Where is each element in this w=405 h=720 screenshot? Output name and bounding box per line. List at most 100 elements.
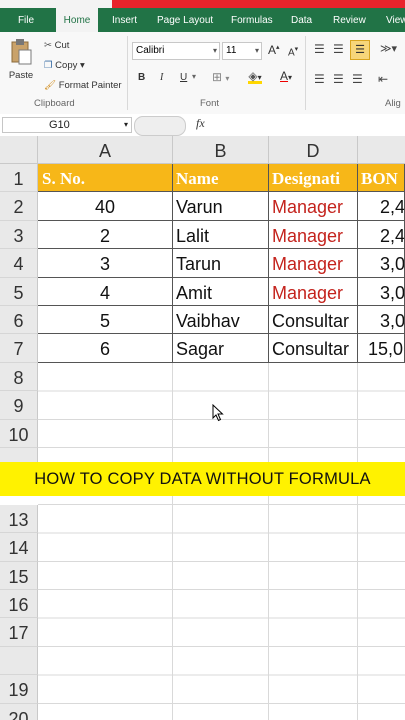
column-header-a[interactable]: A <box>38 136 173 164</box>
table-cell-bonus[interactable]: 3,0 <box>358 306 405 335</box>
column-header-d[interactable]: D <box>269 136 358 164</box>
copy-icon: ❐ <box>44 60 53 71</box>
tab-home[interactable]: Home <box>56 8 98 34</box>
orientation-button[interactable]: ≫▾ <box>380 42 397 55</box>
table-cell-sno[interactable]: 2 <box>38 220 173 250</box>
table-cell-bonus[interactable]: 3,0 <box>358 277 405 306</box>
row-header[interactable]: 17 <box>0 618 38 647</box>
table-cell-name[interactable]: Tarun <box>173 249 269 278</box>
fill-color-button[interactable]: ◈▾ <box>248 69 262 84</box>
shrink-font-button[interactable]: A▾ <box>288 45 298 58</box>
row-header[interactable]: 1 <box>0 164 38 193</box>
header-cell-sno[interactable]: S. No. <box>38 164 173 193</box>
borders-button[interactable]: ⊞ ▾ <box>212 70 229 84</box>
table-cell-designation[interactable]: Consultar <box>269 334 358 363</box>
align-right-button[interactable]: ☰ <box>352 72 363 86</box>
row-header[interactable]: 19 <box>0 675 38 704</box>
row-header[interactable]: 6 <box>0 306 38 335</box>
row-header[interactable] <box>0 646 38 676</box>
tab-view[interactable]: View <box>386 8 405 32</box>
table-cell-name[interactable]: Amit <box>173 277 269 306</box>
paste-button[interactable]: Paste <box>6 36 36 94</box>
column-header-b[interactable]: B <box>173 136 269 164</box>
row-header[interactable]: 9 <box>0 391 38 420</box>
font-color-icon: A <box>280 69 289 83</box>
font-size-select[interactable]: 11 ▾ <box>222 42 262 60</box>
table-cell-bonus[interactable]: 15,0 <box>358 334 405 363</box>
header-cell-bonus[interactable]: BON <box>358 164 405 193</box>
chevron-down-icon: ▾ <box>254 46 259 55</box>
font-name-select[interactable]: Calibri ▾ <box>132 42 220 60</box>
chevron-down-icon: ▾ <box>123 120 128 129</box>
tab-file[interactable]: File <box>8 8 44 32</box>
table-cell-name[interactable]: Lalit <box>173 220 269 250</box>
align-bottom-icon: ☰ <box>355 44 365 56</box>
row-header[interactable]: 10 <box>0 419 38 448</box>
select-all-corner[interactable] <box>0 136 38 164</box>
row-header[interactable]: 2 <box>0 192 38 221</box>
table-cell-name[interactable]: Vaibhav <box>173 306 269 335</box>
tab-page-layout[interactable]: Page Layout <box>157 8 213 32</box>
ribbon-tabs: File Home Insert Page Layout Formulas Da… <box>0 8 405 34</box>
name-box[interactable]: G10 ▾ <box>2 117 132 133</box>
align-center-button[interactable]: ☰ <box>333 72 344 86</box>
row-header[interactable]: 15 <box>0 561 38 590</box>
align-bottom-button[interactable]: ☰ <box>350 40 370 60</box>
table-cell-designation[interactable]: Manager <box>269 192 358 221</box>
table-cell-bonus[interactable]: 2,4 <box>358 192 405 221</box>
table-cell-name[interactable]: Sagar <box>173 334 269 363</box>
header-cell-designation[interactable]: Designati <box>269 164 358 193</box>
align-right-icon: ☰ <box>352 72 363 86</box>
align-top-icon: ☰ <box>314 42 325 56</box>
cut-button[interactable]: ✂ Cut <box>44 40 69 51</box>
underline-button[interactable]: U <box>180 72 187 83</box>
grow-font-button[interactable]: A▴ <box>268 43 280 57</box>
italic-button[interactable]: I <box>160 72 163 83</box>
row-header[interactable]: 14 <box>0 533 38 562</box>
table-cell-designation[interactable]: Manager <box>269 249 358 278</box>
row-header[interactable]: 5 <box>0 277 38 306</box>
indent-button[interactable]: ⇤ <box>378 72 388 86</box>
tab-review[interactable]: Review <box>333 8 366 32</box>
copy-button[interactable]: ❐ Copy ▾ <box>44 60 85 71</box>
table-cell-name[interactable]: Varun <box>173 192 269 221</box>
tab-insert[interactable]: Insert <box>112 8 137 32</box>
row-header[interactable]: 3 <box>0 220 38 250</box>
name-box-value: G10 <box>49 119 70 131</box>
table-cell-designation[interactable]: Consultar <box>269 306 358 335</box>
align-left-button[interactable]: ☰ <box>314 72 325 86</box>
tab-data[interactable]: Data <box>291 8 312 32</box>
row-header[interactable]: 13 <box>0 504 38 534</box>
chevron-down-icon[interactable]: ▾ <box>192 72 196 81</box>
indent-icon: ⇤ <box>378 72 389 86</box>
align-middle-button[interactable]: ☰ <box>333 42 344 56</box>
font-color-button[interactable]: A▾ <box>280 69 292 83</box>
paste-label: Paste <box>8 70 34 81</box>
column-header-e[interactable] <box>358 136 405 164</box>
format-painter-button[interactable]: 🖌 Format Painter <box>44 80 122 91</box>
table-cell-bonus[interactable]: 3,0 <box>358 249 405 278</box>
table-cell-sno[interactable]: 3 <box>38 249 173 278</box>
row-header[interactable]: 16 <box>0 590 38 619</box>
row-header[interactable]: 7 <box>0 334 38 363</box>
cut-label: Cut <box>54 40 70 51</box>
row-header[interactable]: 4 <box>0 249 38 278</box>
table-cell-bonus[interactable]: 2,4 <box>358 220 405 250</box>
align-middle-icon: ☰ <box>333 42 344 56</box>
row-header[interactable]: 8 <box>0 362 38 392</box>
bold-button[interactable]: B <box>138 72 145 83</box>
formula-input[interactable] <box>212 116 402 134</box>
table-cell-sno[interactable]: 6 <box>38 334 173 363</box>
table-cell-designation[interactable]: Manager <box>269 277 358 306</box>
table-cell-sno[interactable]: 5 <box>38 306 173 335</box>
align-top-button[interactable]: ☰ <box>314 42 325 56</box>
row-header[interactable]: 20 <box>0 703 38 720</box>
worksheet-grid: A B D 1 2 3 4 5 6 7 8 9 10 13 14 15 16 1… <box>0 136 405 720</box>
tab-formulas[interactable]: Formulas <box>231 8 273 32</box>
table-cell-sno[interactable]: 4 <box>38 277 173 306</box>
table-cell-designation[interactable]: Manager <box>269 220 358 250</box>
header-cell-name[interactable]: Name <box>173 164 269 193</box>
table-cell-sno[interactable]: 40 <box>38 192 173 221</box>
insert-function-button[interactable]: fx <box>196 116 205 131</box>
title-bar-strip <box>112 0 405 8</box>
